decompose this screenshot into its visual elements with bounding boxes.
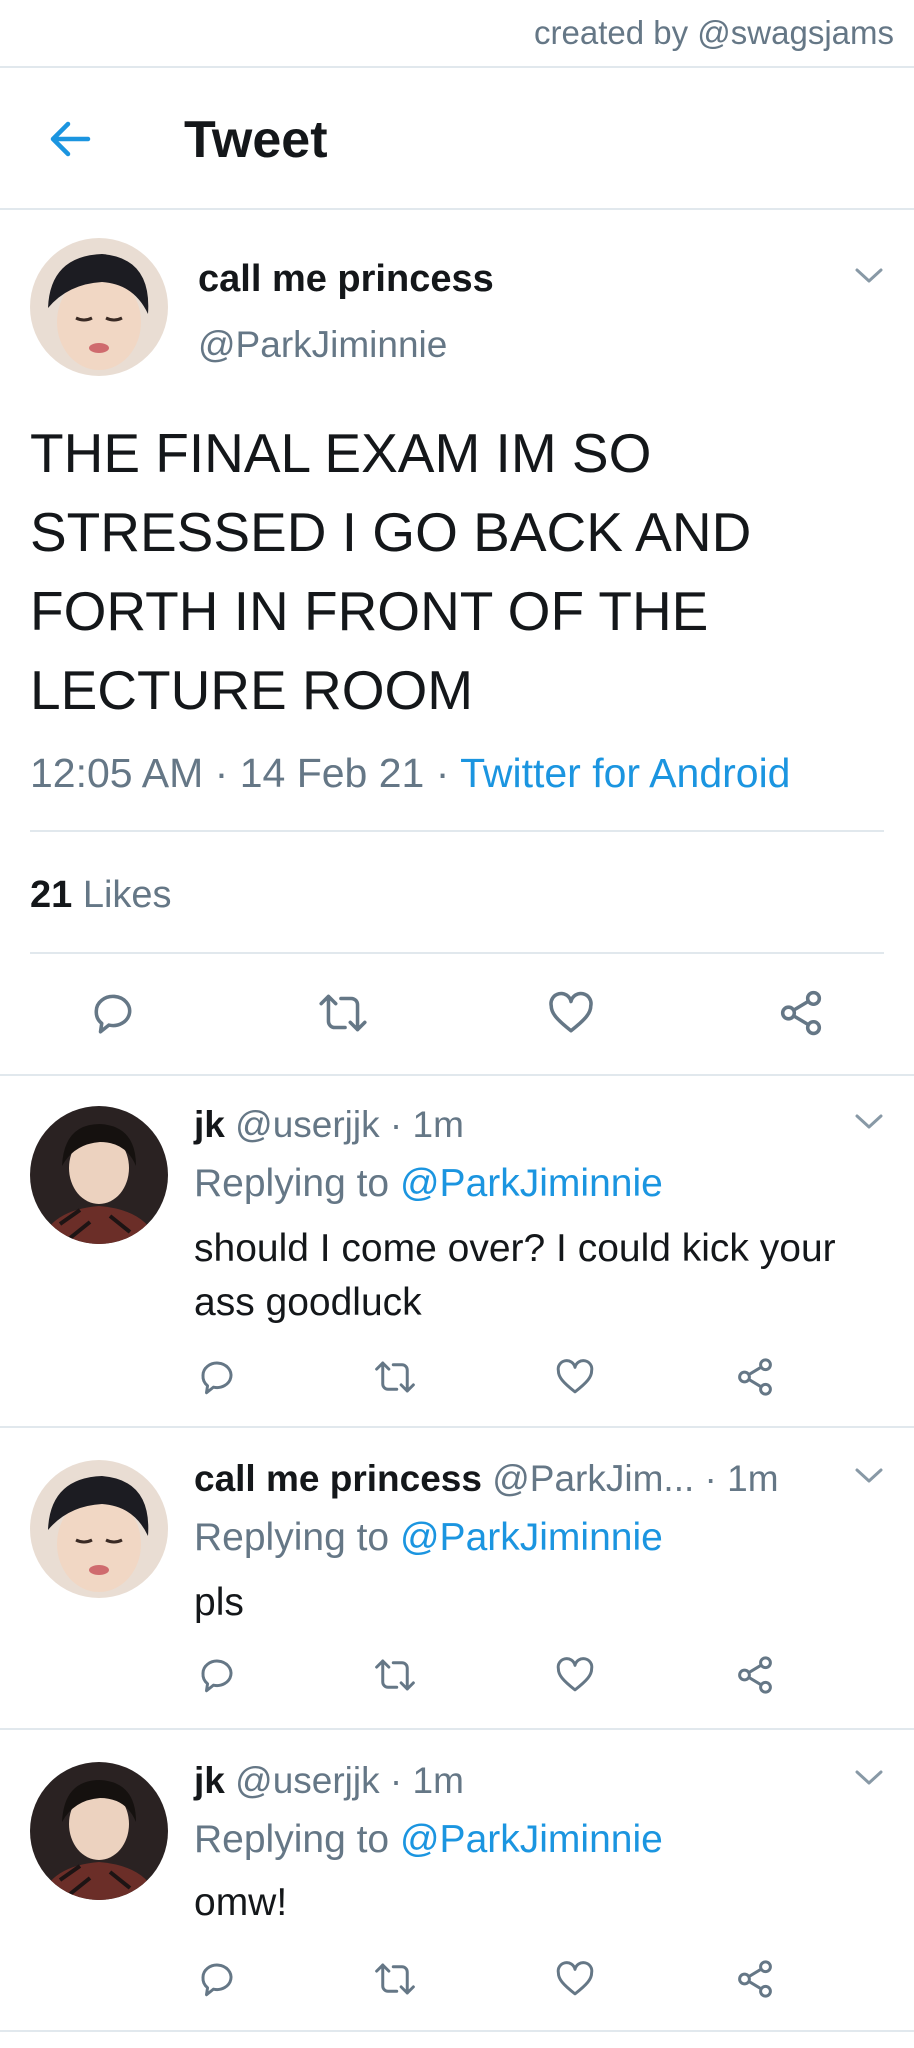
replying-to-link[interactable]: @ParkJiminnie bbox=[400, 1162, 663, 1205]
reply-icon[interactable] bbox=[88, 988, 138, 1038]
like-icon[interactable] bbox=[554, 1958, 596, 2000]
chevron-down-icon[interactable] bbox=[852, 1112, 886, 1132]
tweet-text: THE FINAL EXAM IM SO STRESSED I GO BACK … bbox=[30, 414, 751, 730]
header-divider bbox=[0, 208, 914, 210]
reply-header: jk @userjjk · 1m bbox=[194, 1760, 464, 1802]
reply-time: · 1m bbox=[704, 1458, 779, 1499]
share-icon[interactable] bbox=[734, 1958, 776, 2000]
likes-label: Likes bbox=[82, 874, 172, 916]
reply-author-handle[interactable]: @userjjk bbox=[235, 1760, 379, 1801]
divider bbox=[30, 952, 884, 954]
replying-to-label: Replying to bbox=[194, 1516, 390, 1559]
reply-text: pls bbox=[194, 1576, 244, 1630]
tweet-text-line: THE FINAL EXAM IM SO bbox=[30, 422, 652, 484]
divider bbox=[30, 830, 884, 832]
likes-count: 21 bbox=[30, 874, 73, 916]
reply-header: jk @userjjk · 1m bbox=[194, 1104, 464, 1146]
avatar-userjjk[interactable] bbox=[30, 1106, 168, 1244]
avatar-park-jiminnie[interactable] bbox=[30, 1460, 168, 1598]
tweet-author-handle[interactable]: @ParkJiminnie bbox=[198, 324, 447, 366]
share-icon[interactable] bbox=[776, 988, 826, 1038]
like-icon[interactable] bbox=[554, 1356, 596, 1398]
divider bbox=[0, 2030, 914, 2032]
avatar-park-jiminnie[interactable] bbox=[30, 238, 168, 376]
chevron-down-icon[interactable] bbox=[852, 1768, 886, 1788]
reply-text-line: omw! bbox=[194, 1881, 288, 1924]
reply-icon[interactable] bbox=[196, 1356, 238, 1398]
reply-author-handle[interactable]: @ParkJim... bbox=[492, 1458, 694, 1499]
watermark-credit: created by @swagsjams bbox=[534, 14, 894, 51]
reply-text-line: should I come over? I could kick your bbox=[194, 1227, 836, 1270]
tweet-source-link[interactable]: Twitter for Android bbox=[460, 750, 790, 796]
divider bbox=[0, 1074, 914, 1076]
tweet-time: 12:05 AM bbox=[30, 750, 204, 796]
avatar-userjjk[interactable] bbox=[30, 1762, 168, 1900]
replying-to-link[interactable]: @ParkJiminnie bbox=[400, 1516, 663, 1559]
reply-time: · 1m bbox=[389, 1104, 464, 1145]
reply-time: · 1m bbox=[389, 1760, 464, 1801]
replying-to-label: Replying to bbox=[194, 1818, 390, 1861]
reply-author-name[interactable]: jk bbox=[194, 1760, 225, 1801]
reply-icon[interactable] bbox=[196, 1958, 238, 2000]
retweet-icon[interactable] bbox=[316, 988, 370, 1038]
reply-text-line: pls bbox=[194, 1581, 244, 1624]
chevron-down-icon[interactable] bbox=[852, 1466, 886, 1486]
like-icon[interactable] bbox=[546, 988, 596, 1038]
tweet-author-name[interactable]: call me princess bbox=[198, 258, 494, 301]
reply-text-line: ass goodluck bbox=[194, 1281, 422, 1324]
replying-to-label: Replying to bbox=[194, 1162, 390, 1205]
divider bbox=[0, 66, 914, 68]
reply-icon[interactable] bbox=[196, 1654, 238, 1696]
replying-to: Replying to @ParkJiminnie bbox=[194, 1818, 663, 1862]
replying-to-link[interactable]: @ParkJiminnie bbox=[400, 1818, 663, 1861]
reply-author-name[interactable]: jk bbox=[194, 1104, 225, 1145]
meta-separator: · bbox=[435, 750, 450, 796]
like-icon[interactable] bbox=[554, 1654, 596, 1696]
likes-link[interactable]: 21 Likes bbox=[30, 874, 172, 917]
back-arrow-icon[interactable] bbox=[44, 112, 98, 166]
retweet-icon[interactable] bbox=[372, 1654, 418, 1696]
reply-text: omw! bbox=[194, 1876, 287, 1930]
share-icon[interactable] bbox=[734, 1356, 776, 1398]
tweet-text-line: LECTURE ROOM bbox=[30, 659, 474, 721]
replying-to: Replying to @ParkJiminnie bbox=[194, 1162, 663, 1206]
retweet-icon[interactable] bbox=[372, 1958, 418, 2000]
reply-author-handle[interactable]: @userjjk bbox=[235, 1104, 379, 1145]
divider bbox=[0, 1426, 914, 1428]
chevron-down-icon[interactable] bbox=[852, 266, 886, 286]
tweet-meta: 12:05 AM · 14 Feb 21 · Twitter for Andro… bbox=[30, 750, 791, 797]
tweet-date: 14 Feb 21 bbox=[239, 750, 425, 796]
divider bbox=[0, 1728, 914, 1730]
replying-to: Replying to @ParkJiminnie bbox=[194, 1516, 663, 1560]
meta-separator: · bbox=[214, 750, 229, 796]
retweet-icon[interactable] bbox=[372, 1356, 418, 1398]
page-title: Tweet bbox=[184, 111, 328, 169]
reply-author-name[interactable]: call me princess bbox=[194, 1458, 482, 1499]
reply-text: should I come over? I could kick your as… bbox=[194, 1222, 836, 1330]
reply-header: call me princess @ParkJim... · 1m bbox=[194, 1458, 779, 1500]
tweet-text-line: FORTH IN FRONT OF THE bbox=[30, 580, 709, 642]
share-icon[interactable] bbox=[734, 1654, 776, 1696]
tweet-text-line: STRESSED I GO BACK AND bbox=[30, 501, 752, 563]
